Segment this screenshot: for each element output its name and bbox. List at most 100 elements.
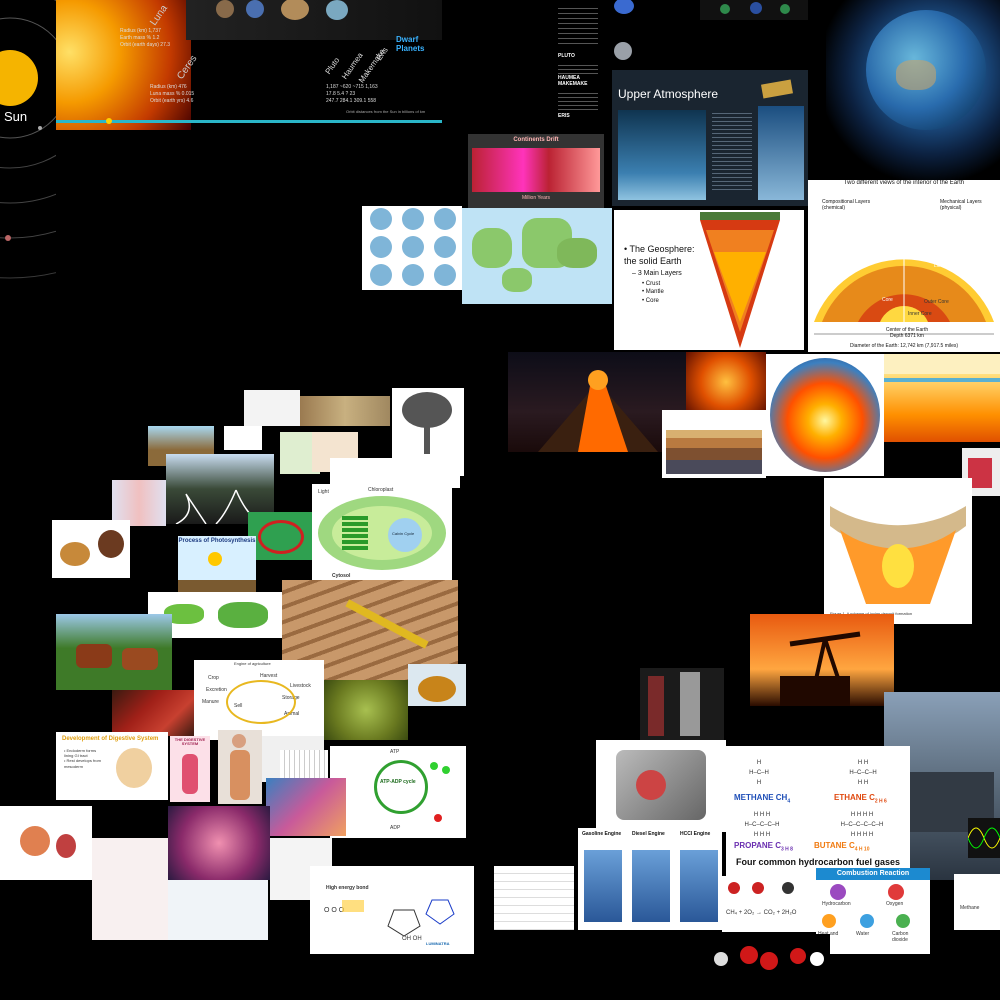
- process-of-photosynthesis[interactable]: Process of Photosynthesis: [178, 536, 256, 592]
- raw-meat-image[interactable]: [112, 690, 194, 736]
- oh-label: OH OH: [402, 936, 422, 942]
- engine-comparison[interactable]: Gasoline Engine Diesel Engine HCCI Engin…: [578, 828, 722, 930]
- gasoline-engine-label: Gasoline Engine: [582, 831, 622, 837]
- continents-drift-chart[interactable]: Continents Drift Million Years: [468, 134, 604, 208]
- ethane-label: ETHANE C2 H 6: [834, 793, 887, 805]
- cycle-label-manure: Manure: [202, 699, 219, 705]
- molecule-reaction-image[interactable]: [710, 934, 830, 976]
- atp-adp-cycle[interactable]: ATP ATP-ADP cycle ADP: [330, 746, 466, 838]
- molecule-image[interactable]: [700, 0, 808, 20]
- earth-layer-wedge: [700, 212, 780, 348]
- outer-core-label: Outer Core: [924, 299, 949, 305]
- lava-surface-image[interactable]: [686, 352, 766, 412]
- dwarf-planets-label: Dwarf Planets: [396, 35, 425, 53]
- cycle-label-engine: Engine of agriculture: [234, 661, 271, 666]
- geosphere-slide[interactable]: • The Geosphere: the solid Earth – 3 Mai…: [614, 210, 804, 350]
- solar-orbits-image[interactable]: Sun: [0, 0, 56, 290]
- atp-cycle-label: ATP-ADP cycle: [380, 779, 416, 785]
- high-energy-bond-label: High energy bond: [326, 885, 369, 891]
- interior-half-circle: [814, 216, 994, 335]
- digestive-system-poster[interactable]: THE DIGESTIVE SYSTEM: [170, 736, 210, 802]
- facts-lines: [558, 4, 598, 48]
- oxygen-label: Oxygen: [886, 901, 904, 907]
- green-plant-cell[interactable]: [248, 512, 312, 560]
- earth-interior-diagram[interactable]: Two different views of the interior of t…: [808, 180, 1000, 352]
- leaf-diagram[interactable]: [244, 390, 300, 426]
- deposit-formation-figure[interactable]: Figure 1. A scheme of jovian deposit for…: [824, 478, 972, 624]
- light-label: Light: [318, 489, 329, 495]
- sine-wave-image[interactable]: [968, 818, 1000, 858]
- volcano-image[interactable]: [508, 352, 686, 452]
- core-label: Core: [882, 297, 893, 303]
- planet-icons[interactable]: [612, 0, 640, 60]
- cell-energy-image[interactable]: [168, 806, 270, 880]
- methane-structure-card[interactable]: Methane: [954, 874, 1000, 930]
- combustion-equation[interactable]: CH₄ + 2O₂ → CO₂ + 2H₂O: [722, 876, 818, 932]
- hydrocarbon-gases-card[interactable]: METHANE CH4 ETHANE C2 H 6 PROPANE C3 H 8…: [726, 746, 910, 876]
- water-label: Water: [856, 931, 870, 937]
- mitochondria-micro-image[interactable]: [324, 680, 408, 740]
- photosynthesis-title: Process of Photosynthesis: [178, 538, 256, 544]
- pumpjack-icon: [780, 631, 861, 706]
- carbon-dioxide-label: Carbon dioxide: [892, 931, 909, 943]
- continents-title: Continents Drift: [513, 137, 559, 143]
- cereal-bowl-image[interactable]: [408, 664, 466, 706]
- cycle-label-excretion: Excretion: [206, 687, 227, 693]
- dwarf-planets-chart[interactable]: Luna Ceres Radius (km) 1,737 Earth mass %…: [56, 0, 442, 130]
- subduction-diagram[interactable]: [884, 354, 1000, 442]
- upper-atmosphere-card[interactable]: Upper Atmosphere: [612, 70, 808, 206]
- cows-pasture-image[interactable]: [56, 614, 172, 690]
- metabolism-flow-chart[interactable]: [168, 880, 268, 940]
- chloroplast-label: Chloroplast: [368, 487, 394, 493]
- atp-structure-icon: O O O: [324, 899, 455, 937]
- atmosphere-diagram: [618, 110, 706, 200]
- moon-stats: Radius (km) 1,737 Earth mass % 1.2 Orbit (…: [120, 28, 171, 48]
- pluto-heading: PLUTO: [558, 53, 575, 59]
- oil-pump-image[interactable]: [750, 614, 894, 706]
- rock-layers-diagram[interactable]: [662, 410, 766, 478]
- methane-label: METHANE CH4: [734, 793, 791, 805]
- orbit-axis: [56, 120, 442, 123]
- chloroplast-diagram[interactable]: Light Chloroplast Calvin Cycle Cytosol: [312, 484, 452, 584]
- tectonic-plates-map[interactable]: [462, 208, 612, 304]
- axis-caption: Orbit distances from the Sun in billions…: [346, 109, 426, 114]
- dwarf-stats: 1,187 ~620 ~715 1,163 17.8 5.4 ? 23 247.7 …: [326, 84, 378, 104]
- farm-nutrient-cycle[interactable]: Engine of agriculture Crop Harvest Lives…: [194, 660, 324, 740]
- plant-sketch[interactable]: [224, 426, 262, 450]
- engine-cutaway-image[interactable]: [596, 740, 726, 832]
- planet-facts-list[interactable]: PLUTO HAUMEA MAKEMAKE ERIS: [556, 0, 608, 130]
- earth-satellites-image[interactable]: [826, 0, 1000, 180]
- digestive-bullets: • Endoderm forms lining GI tract • Rest …: [64, 748, 101, 769]
- adp-label: ADP: [390, 825, 401, 831]
- seed-germination[interactable]: [52, 520, 130, 578]
- ceres-stats: Radius (km) 476 Luna mass % 0.015 Orbit (e…: [150, 84, 195, 104]
- human-body-image[interactable]: [218, 730, 262, 804]
- sun-surface-image: [56, 0, 191, 130]
- mechanical-head: Mechanical Layers (physical): [940, 199, 982, 211]
- combustion-reaction-card[interactable]: Combustion Reaction Hydrocarbon Oxygen H…: [816, 868, 930, 954]
- satellite-icon: [761, 79, 793, 99]
- eris-heading: ERIS: [558, 113, 570, 119]
- calvin-cycle-label: Calvin Cycle: [392, 531, 415, 536]
- pangaea-globes-image[interactable]: [362, 206, 462, 290]
- leaf-cells-image[interactable]: [300, 396, 390, 426]
- stomach-organs-image[interactable]: [0, 806, 92, 880]
- interior-title: Two different views of the interior of t…: [843, 180, 965, 186]
- digestion-process-chart[interactable]: [92, 838, 168, 940]
- mitochondria-3d-image[interactable]: [266, 778, 346, 836]
- development-digestive-system[interactable]: Development of Digestive System • Endode…: [56, 732, 168, 800]
- refinery-diagram[interactable]: [640, 668, 724, 742]
- drift-band: [472, 148, 600, 192]
- deposit-arc: [830, 506, 966, 604]
- hydrocarbon-label: Hydrocarbon: [822, 901, 851, 907]
- combustion-title: Combustion Reaction: [836, 870, 910, 877]
- atp-molecule-structure[interactable]: High energy bond O O O OH OH LUMINATRA: [310, 866, 474, 954]
- planet-row-image: [186, 0, 442, 40]
- upper-atmosphere-title: Upper Atmosphere: [618, 87, 719, 101]
- atp-label: ATP: [390, 749, 400, 755]
- propane-label: PROPANE C3 H 8: [734, 841, 793, 853]
- inner-core-label: Inner Core: [908, 311, 932, 317]
- earth-cutaway-globe[interactable]: [766, 354, 884, 476]
- reaction-table[interactable]: [494, 866, 574, 930]
- diameter-label: Diameter of the Earth: 12,742 km (7,917.…: [849, 343, 959, 349]
